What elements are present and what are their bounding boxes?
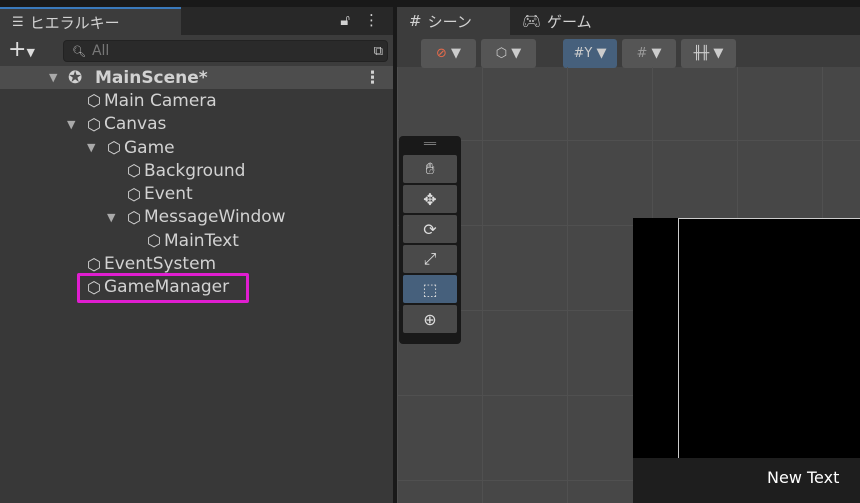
transform-tool-button[interactable]: ⊕	[403, 305, 457, 333]
game-canvas: New Text	[633, 218, 860, 503]
gameobject-cube-icon: ⬡	[87, 254, 101, 274]
hand-tool-button[interactable]: ✋︎	[403, 155, 457, 183]
list-icon: ☰	[12, 14, 24, 30]
palette-handle[interactable]: ══	[403, 139, 457, 155]
gameobject-cube-icon: ⬡	[127, 161, 141, 181]
search-icon: 🔍︎	[72, 44, 86, 58]
hierarchy-tab-row: ☰ ヒエラルキー 🔓︎ ⋮	[0, 7, 393, 35]
gizmo-mode-button[interactable]: ⬡ ▼	[481, 39, 536, 68]
gameobject-cube-icon: ⬡	[127, 207, 141, 227]
tool-palette: ══ ✋︎ ✥ ⟳ ⤢ ⬚ ⊕	[399, 136, 461, 344]
grid-snap-button[interactable]: #Y ▼	[563, 39, 617, 68]
rect-tool-button[interactable]: ⬚	[403, 275, 457, 303]
draw-mode-button[interactable]: ⊘ ▼	[421, 39, 476, 68]
gameobject-cube-icon: ⬡	[87, 91, 101, 111]
message-window: New Text	[633, 458, 860, 503]
item-label: EventSystem	[104, 254, 217, 275]
unity-scene-icon: ✪	[68, 67, 83, 88]
tab-game[interactable]: 🎮︎ ゲーム	[510, 7, 620, 35]
main-text: New Text	[767, 468, 840, 487]
expand-triangle-icon[interactable]: ▼	[107, 211, 115, 224]
gamepad-icon: 🎮︎	[522, 12, 542, 30]
hierarchy-item[interactable]: ▼ ⬡ MessageWindow	[0, 206, 393, 229]
hierarchy-item[interactable]: ▼ ⬡ Game	[0, 136, 393, 159]
hierarchy-toolbar: +▼ 🔍︎ All ⧉	[0, 35, 393, 66]
hierarchy-item[interactable]: ▼ ⬡ Canvas	[0, 113, 393, 136]
highlight-box	[77, 273, 249, 303]
snap-increment-button[interactable]: # ▼	[622, 39, 676, 68]
item-label: MessageWindow	[144, 207, 286, 228]
add-button[interactable]: +▼	[8, 37, 35, 62]
lock-icon[interactable]: 🔓︎	[340, 11, 350, 29]
gameobject-cube-icon: ⬡	[127, 184, 141, 204]
move-tool-button[interactable]: ✥	[403, 185, 457, 213]
scene-row[interactable]: ▼ ✪ MainScene* ⋮	[0, 66, 393, 90]
expand-triangle-icon[interactable]: ▼	[67, 118, 75, 131]
gameobject-cube-icon: ⬡	[87, 114, 101, 134]
item-label: MainText	[164, 230, 239, 251]
item-label: Event	[144, 184, 193, 205]
gameobject-cube-icon: ⬡	[107, 138, 121, 158]
item-label: Background	[144, 160, 246, 181]
hierarchy-item[interactable]: ⬡ MainText	[0, 229, 393, 252]
more-icon[interactable]: ⋮	[364, 11, 379, 29]
hierarchy-panel: ☰ ヒエラルキー 🔓︎ ⋮ +▼ 🔍︎ All ⧉ ▼ ✪ MainScene*…	[0, 7, 393, 503]
scale-tool-button[interactable]: ⤢	[403, 245, 457, 273]
scene-toolbar: ⊘ ▼ ⬡ ▼ #Y ▼ # ▼ ╫╫ ▼	[397, 35, 860, 68]
item-label: Canvas	[104, 114, 167, 135]
gameobject-cube-icon: ⬡	[147, 231, 161, 251]
expand-search-icon[interactable]: ⧉	[374, 44, 383, 59]
hierarchy-item[interactable]: ⬡ Background	[0, 159, 393, 182]
scene-more-icon[interactable]: ⋮	[364, 68, 381, 88]
grid-icon: #	[409, 12, 422, 30]
top-bar	[0, 0, 860, 7]
hierarchy-item[interactable]: ⬡ Event	[0, 182, 393, 205]
scene-panel: # シーン 🎮︎ ゲーム ⊘ ▼ ⬡ ▼ #Y ▼ # ▼ ╫╫ ▼ ══ ✋︎…	[397, 7, 860, 503]
item-label: Main Camera	[104, 90, 217, 111]
search-input[interactable]: 🔍︎ All ⧉	[63, 40, 388, 62]
hierarchy-item[interactable]: ⬡ Main Camera	[0, 89, 393, 112]
item-label: Game	[124, 137, 175, 158]
tab-scene[interactable]: # シーン	[397, 7, 510, 35]
expand-triangle-icon[interactable]: ▼	[49, 71, 57, 84]
ruler-button[interactable]: ╫╫ ▼	[681, 39, 736, 68]
expand-triangle-icon[interactable]: ▼	[87, 141, 95, 154]
rotate-tool-button[interactable]: ⟳	[403, 215, 457, 243]
scene-grid[interactable]: ══ ✋︎ ✥ ⟳ ⤢ ⬚ ⊕ New Text	[397, 67, 860, 503]
tab-hierarchy[interactable]: ☰ ヒエラルキー	[0, 7, 181, 35]
scene-tab-row: # シーン 🎮︎ ゲーム	[397, 7, 860, 35]
